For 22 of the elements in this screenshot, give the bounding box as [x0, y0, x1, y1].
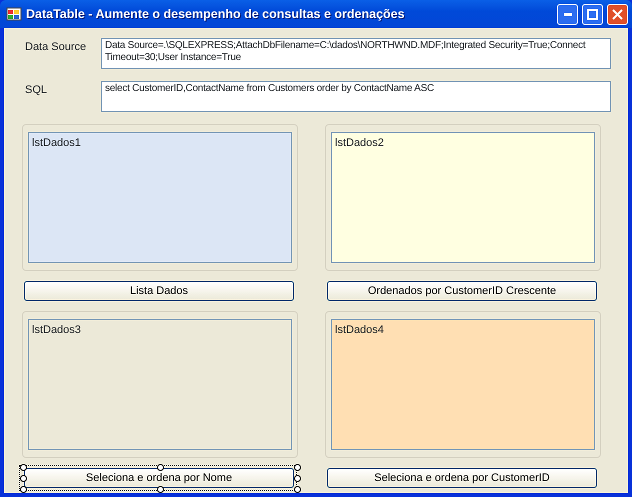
- action-button[interactable]: Seleciona e ordena por CustomerID: [327, 468, 597, 488]
- close-button[interactable]: [607, 4, 628, 24]
- minimize-icon: [564, 12, 572, 16]
- close-icon: [612, 8, 623, 20]
- window-title: DataTable - Aumente o desempenho de consultas e ordenações: [26, 6, 406, 23]
- resize-handle[interactable]: [157, 486, 164, 493]
- maximize-icon: [587, 8, 598, 20]
- list-box[interactable]: lstDados3: [28, 319, 292, 450]
- minimize-button[interactable]: [557, 4, 578, 24]
- resize-handle[interactable]: [157, 464, 164, 471]
- action-button[interactable]: Seleciona e ordena por Nome: [24, 468, 294, 488]
- text-field[interactable]: Data Source=.\SQLEXPRESS;AttachDbFilename=C:\dados\NORTHWND.MDF;Integrated Security=True;Connect Timeout=30;User Instance=True: [101, 38, 611, 69]
- action-button[interactable]: Lista Dados: [24, 281, 294, 301]
- list-box[interactable]: lstDados1: [28, 132, 292, 263]
- app-icon: [6, 6, 22, 22]
- list-box[interactable]: lstDados4: [331, 319, 595, 450]
- action-button[interactable]: Ordenados por CustomerID Crescente: [327, 281, 597, 301]
- text-field[interactable]: select CustomerID,ContactName from Customers order by ContactName ASC: [101, 81, 611, 112]
- list-box[interactable]: lstDados2: [331, 132, 595, 263]
- maximize-button[interactable]: [582, 4, 603, 24]
- field-label: SQL: [24, 83, 48, 98]
- field-label: Data Source: [24, 40, 88, 55]
